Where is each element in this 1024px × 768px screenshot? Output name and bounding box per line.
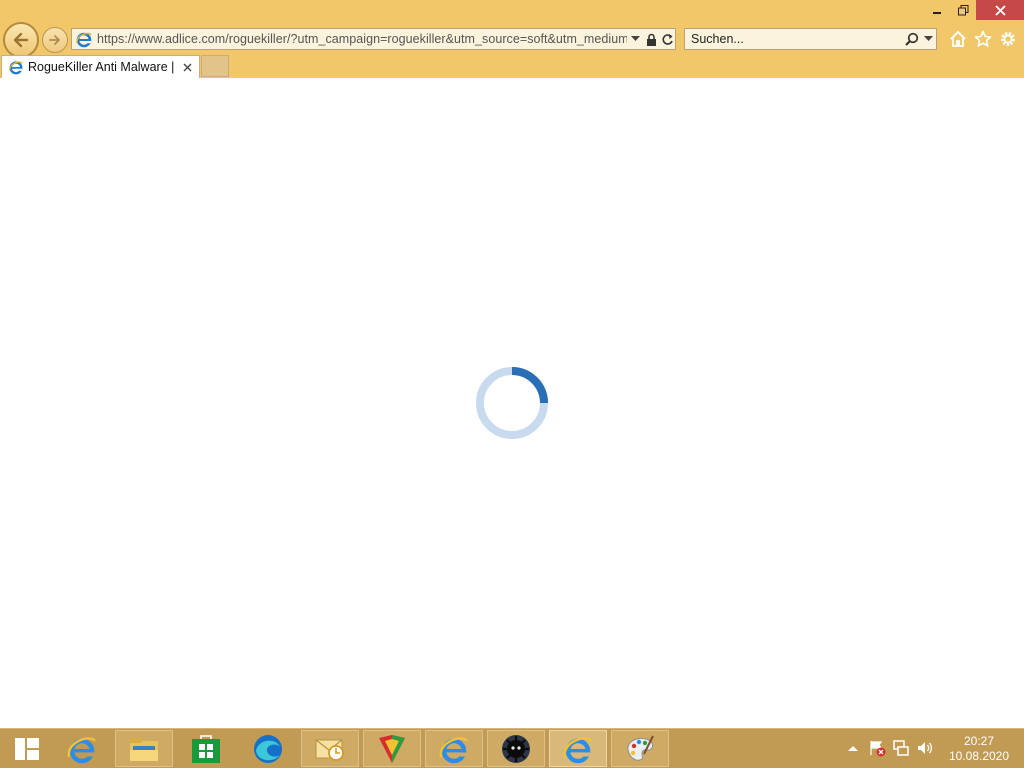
taskbar: 20:27 10.08.2020: [0, 728, 1024, 768]
tray-network[interactable]: [892, 739, 910, 757]
ie-icon: [67, 736, 96, 763]
search-icon: [905, 32, 919, 46]
forward-button[interactable]: [42, 27, 68, 53]
home-button[interactable]: [948, 29, 968, 49]
url-text[interactable]: https://www.adlice.com/roguekiller/?utm_…: [93, 32, 627, 46]
arrow-left-icon: [13, 32, 29, 48]
tab-title: RogueKiller Anti Malware | ...: [28, 60, 179, 74]
search-box[interactable]: [684, 28, 937, 50]
favorites-button[interactable]: [973, 29, 993, 49]
address-dropdown-button[interactable]: [627, 29, 643, 49]
ie-icon: [439, 736, 468, 763]
taskbar-paint[interactable]: [611, 730, 669, 767]
clock-time: 20:27: [963, 734, 995, 748]
restore-icon: [957, 4, 968, 15]
flag-alert-icon: [870, 741, 886, 757]
taskbar-outlook[interactable]: [301, 730, 359, 767]
close-icon: [183, 63, 191, 71]
chevron-up-icon: [848, 745, 858, 751]
new-tab-button[interactable]: [201, 55, 229, 77]
ie-icon: [76, 32, 92, 48]
taskbar-file-explorer[interactable]: [115, 730, 173, 767]
roguekiller-icon: [502, 734, 530, 763]
folder-icon: [130, 737, 158, 761]
minimize-button[interactable]: [924, 0, 950, 20]
tray-volume[interactable]: [916, 739, 934, 757]
outlook-icon: [315, 739, 344, 761]
ie-icon: [563, 736, 592, 763]
network-icon: [893, 740, 909, 756]
taskbar-shield-app[interactable]: [363, 730, 421, 767]
tab-roguekiller[interactable]: RogueKiller Anti Malware | ...: [1, 55, 200, 78]
arrow-right-icon: [49, 35, 60, 45]
taskbar-ie[interactable]: [53, 730, 111, 767]
gear-icon: [1001, 32, 1015, 46]
store-icon: [192, 734, 220, 763]
refresh-button[interactable]: [659, 29, 675, 49]
page-content: [0, 78, 1024, 728]
taskbar-edge[interactable]: [239, 730, 297, 767]
minimize-icon: [933, 12, 941, 14]
search-button[interactable]: [904, 29, 920, 49]
loading-spinner-icon: [476, 367, 548, 439]
speaker-icon: [918, 742, 933, 754]
dropdown-arrow-icon: [923, 36, 933, 41]
taskbar-roguekiller[interactable]: [487, 730, 545, 767]
window-controls: [924, 0, 1024, 20]
search-input[interactable]: [685, 29, 904, 49]
star-icon: [974, 30, 992, 47]
address-bar[interactable]: https://www.adlice.com/roguekiller/?utm_…: [71, 28, 676, 50]
home-icon: [950, 30, 966, 47]
browser-chrome: https://www.adlice.com/roguekiller/?utm_…: [0, 0, 1024, 78]
restore-button[interactable]: [950, 0, 976, 20]
ie-icon: [9, 61, 23, 75]
taskbar-ie-active[interactable]: [549, 730, 607, 767]
tray-action-center[interactable]: [868, 739, 886, 757]
dropdown-arrow-icon: [630, 36, 640, 41]
edge-icon: [254, 734, 282, 763]
taskbar-store[interactable]: [177, 730, 235, 767]
back-button[interactable]: [3, 22, 39, 58]
show-hidden-icons-button[interactable]: [844, 739, 862, 757]
clock-date: 10.08.2020: [948, 749, 1010, 763]
search-dropdown-button[interactable]: [920, 29, 936, 49]
lock-icon: [646, 33, 656, 46]
shield-icon: [379, 734, 405, 763]
taskbar-ie-2[interactable]: [425, 730, 483, 767]
paint-icon: [627, 735, 654, 761]
tab-close-button[interactable]: [179, 59, 195, 75]
security-lock-button[interactable]: [643, 29, 659, 49]
refresh-icon: [661, 33, 673, 45]
tools-button[interactable]: [998, 29, 1018, 49]
close-button[interactable]: [976, 0, 1024, 20]
close-icon: [994, 4, 1006, 16]
start-button[interactable]: [13, 736, 41, 762]
taskbar-clock[interactable]: 20:27 10.08.2020: [944, 734, 1014, 764]
